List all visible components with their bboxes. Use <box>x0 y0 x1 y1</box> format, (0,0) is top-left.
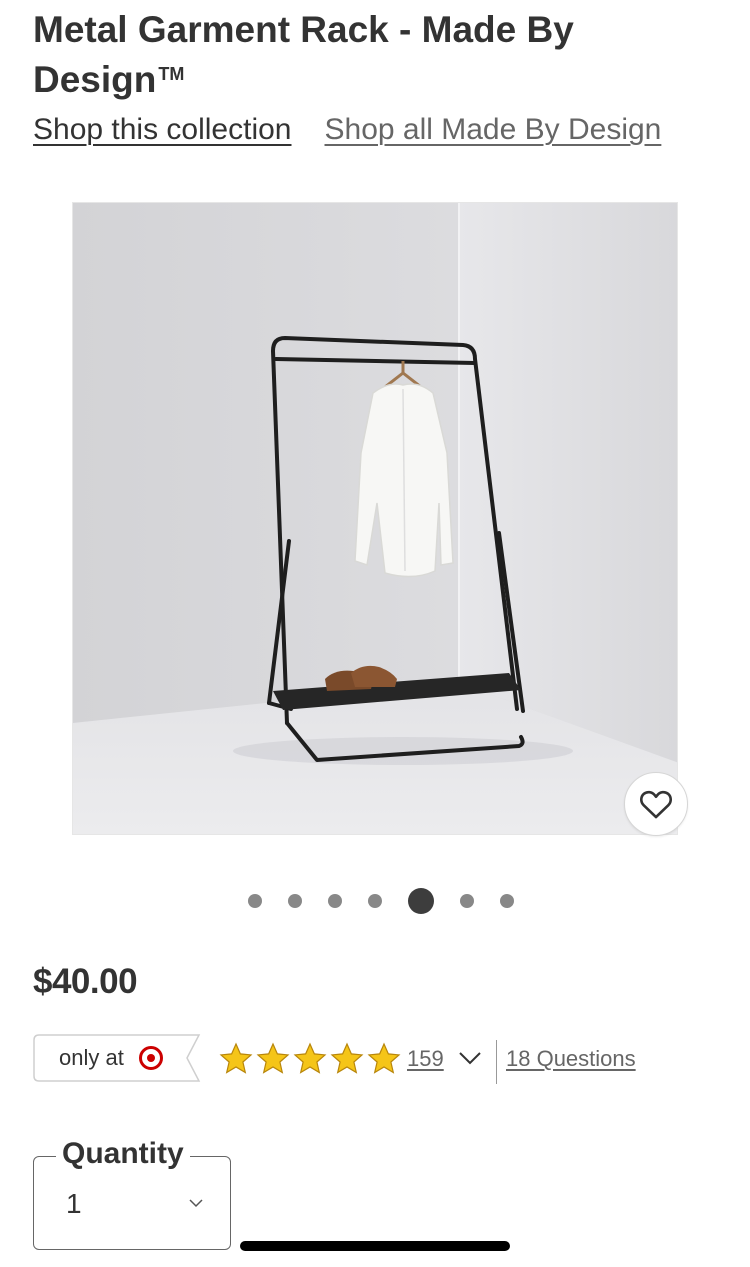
target-bullseye-icon <box>139 1046 163 1070</box>
chevron-down-icon <box>189 1199 203 1208</box>
star-icon <box>219 1042 253 1074</box>
carousel-dot[interactable] <box>288 894 302 908</box>
review-count-link[interactable]: 159 <box>407 1046 444 1072</box>
shop-brand-link[interactable]: Shop all Made By Design <box>325 112 662 148</box>
questions-link[interactable]: 18 Questions <box>506 1046 636 1072</box>
product-title-text: Metal Garment Rack - Made By Design <box>33 9 574 100</box>
product-page: Metal Garment Rack - Made By Design TM Sh… <box>0 0 750 1267</box>
only-at-label: only at <box>59 1045 124 1070</box>
star-icon <box>256 1042 290 1074</box>
carousel-dot[interactable] <box>460 894 474 908</box>
product-image[interactable] <box>72 202 678 835</box>
star-rating[interactable] <box>218 1041 402 1077</box>
trademark-symbol: TM <box>158 64 185 84</box>
star-icon <box>293 1042 327 1074</box>
only-at-badge: only at <box>33 1034 201 1082</box>
carousel-dot-active[interactable] <box>408 888 434 914</box>
carousel-dot[interactable] <box>328 894 342 908</box>
heart-outline-icon <box>639 790 673 819</box>
quantity-value: 1 <box>66 1188 82 1219</box>
carousel-dots <box>248 888 514 914</box>
carousel-dot[interactable] <box>500 894 514 908</box>
carousel-dot[interactable] <box>368 894 382 908</box>
product-title: Metal Garment Rack - Made By Design TM <box>33 8 723 102</box>
carousel-dot[interactable] <box>248 894 262 908</box>
home-indicator <box>240 1241 510 1251</box>
star-icon <box>367 1042 401 1074</box>
shop-collection-link[interactable]: Shop this collection <box>33 112 292 148</box>
chevron-down-icon[interactable] <box>458 1050 482 1066</box>
quantity-label: Quantity <box>56 1136 190 1172</box>
divider <box>496 1040 497 1084</box>
collection-links: Shop this collection Shop all Made By De… <box>33 112 661 148</box>
garment-rack-photo <box>73 203 677 834</box>
star-icon <box>330 1042 364 1074</box>
favorite-button[interactable] <box>624 772 688 836</box>
product-price: $40.00 <box>33 962 138 1001</box>
